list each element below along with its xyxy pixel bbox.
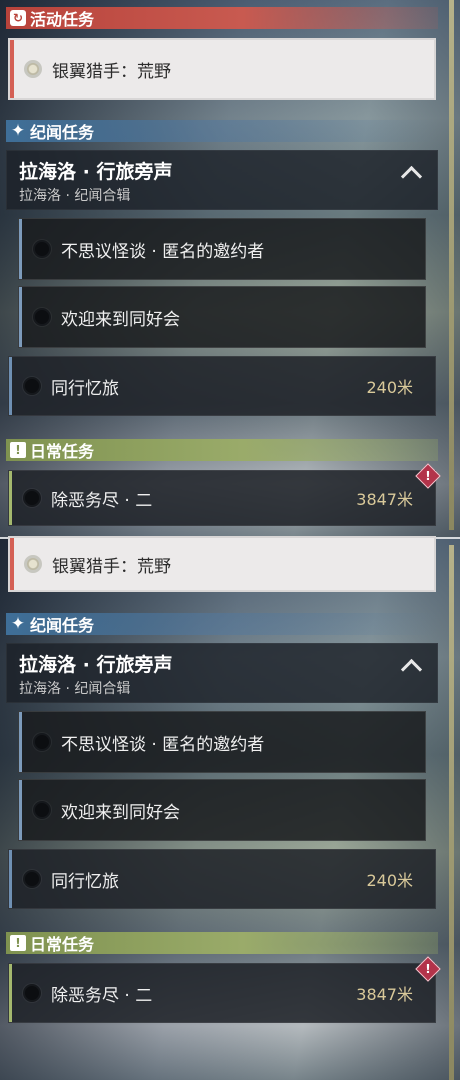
accent-bar [9,357,12,415]
quest-title: 同行忆旅 [51,378,119,399]
chevron-up-icon[interactable] [400,165,423,188]
quest-distance: 3847米 [356,985,413,1004]
quest-title: 银翼猎手：荒野 [52,556,171,577]
quest-radio[interactable] [23,489,41,507]
star-icon: ✦ [10,121,26,141]
accent-bar [9,471,12,525]
accent-bar [9,850,12,908]
quest-radio[interactable] [33,308,51,326]
daily-quest-item[interactable]: 除恶务尽 · 二 3847米 [8,470,436,526]
quest-title: 除恶务尽 · 二 [51,985,153,1006]
quest-radio[interactable] [33,733,51,751]
quest-radio[interactable] [23,377,41,395]
chevron-up-icon[interactable] [400,658,423,681]
daily-quest-item[interactable]: 除恶务尽 · 二 3847米 [8,963,436,1023]
group-title: 拉海洛 · 行旅旁声 [19,654,173,676]
group-subtitle: 拉海洛 · 纪闻合辑 [19,188,131,204]
header-label: 纪闻任务 [30,616,95,635]
exclamation-icon: ! [10,935,26,951]
story-quest-item[interactable]: 同行忆旅 240米 [8,356,436,416]
quest-group[interactable]: 拉海洛 · 行旅旁声 拉海洛 · 纪闻合辑 [6,150,438,210]
quest-distance: 240米 [366,378,413,397]
quest-radio[interactable] [33,801,51,819]
daily-quests-header[interactable]: ! 日常任务 [6,932,438,954]
sub-quest-item[interactable]: 不思议怪谈 · 匿名的邀约者 [18,218,426,280]
accent-bar [19,219,22,279]
header-label: 活动任务 [30,10,95,29]
scroll-strip[interactable] [449,545,454,1080]
group-title: 拉海洛 · 行旅旁声 [19,161,173,183]
accent-bar [19,712,22,772]
star-icon: ✦ [10,614,26,634]
quest-title: 欢迎来到同好会 [61,309,180,330]
quest-group[interactable]: 拉海洛 · 行旅旁声 拉海洛 · 纪闻合辑 [6,643,438,703]
active-quests-header[interactable]: ↻ 活动任务 [6,7,438,29]
header-label: 日常任务 [30,935,95,954]
quest-distance: 240米 [366,871,413,890]
quest-title: 不思议怪谈 · 匿名的邀约者 [61,241,265,262]
accent-bar [10,538,14,590]
quest-title: 除恶务尽 · 二 [51,490,153,511]
tracked-radio[interactable] [24,555,42,573]
quest-radio[interactable] [23,870,41,888]
quest-title: 欢迎来到同好会 [61,802,180,823]
quest-radio[interactable] [33,240,51,258]
scroll-strip[interactable] [449,0,454,530]
exclamation-icon: ! [10,442,26,458]
quest-radio[interactable] [23,984,41,1002]
accent-bar [10,40,14,98]
story-quests-header[interactable]: ✦ 纪闻任务 [6,120,438,142]
group-subtitle: 拉海洛 · 纪闻合辑 [19,681,131,697]
sub-quest-item[interactable]: 欢迎来到同好会 [18,286,426,348]
active-quest-item[interactable]: 银翼猎手：荒野 [8,536,436,592]
tracked-radio[interactable] [24,60,42,78]
quest-distance: 3847米 [356,490,413,509]
quest-title: 银翼猎手：荒野 [52,61,171,82]
accent-bar [9,964,12,1022]
accent-bar [19,287,22,347]
refresh-icon: ↻ [10,10,26,26]
story-quests-header[interactable]: ✦ 纪闻任务 [6,613,438,635]
quest-title: 同行忆旅 [51,871,119,892]
accent-bar [19,780,22,840]
quest-title: 不思议怪谈 · 匿名的邀约者 [61,734,265,755]
active-quest-item[interactable]: 银翼猎手：荒野 [8,38,436,100]
story-quest-item[interactable]: 同行忆旅 240米 [8,849,436,909]
header-label: 日常任务 [30,442,95,461]
sub-quest-item[interactable]: 欢迎来到同好会 [18,779,426,841]
header-label: 纪闻任务 [30,123,95,142]
daily-quests-header[interactable]: ! 日常任务 [6,439,438,461]
sub-quest-item[interactable]: 不思议怪谈 · 匿名的邀约者 [18,711,426,773]
